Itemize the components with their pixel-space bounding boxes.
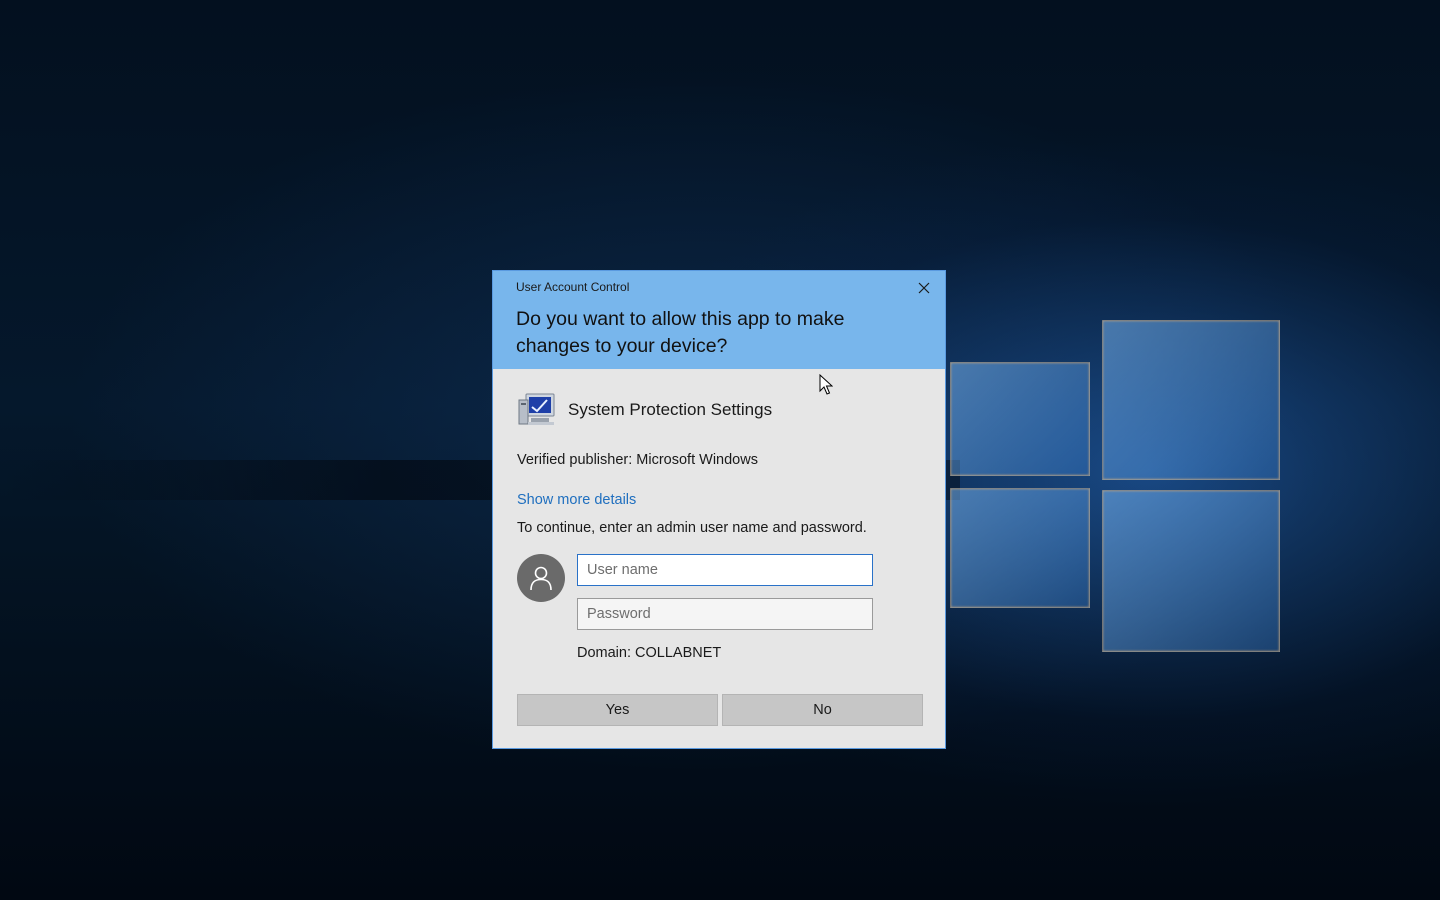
windows-logo-pane xyxy=(950,362,1090,476)
close-icon xyxy=(918,282,930,294)
password-input[interactable] xyxy=(577,598,873,630)
windows-logo-pane xyxy=(1102,490,1280,652)
user-avatar-icon xyxy=(530,566,552,591)
yes-button[interactable]: Yes xyxy=(517,694,718,726)
close-button[interactable] xyxy=(911,276,937,300)
windows-logo xyxy=(950,310,1280,660)
app-name: System Protection Settings xyxy=(568,400,773,419)
no-button[interactable]: No xyxy=(722,694,923,726)
dialog-header: User Account Control Do you want to allo… xyxy=(493,271,945,369)
mouse-cursor-icon xyxy=(819,374,833,395)
show-more-details-link[interactable]: Show more details xyxy=(517,492,636,508)
username-input[interactable] xyxy=(577,554,873,586)
windows-logo-pane xyxy=(950,488,1090,608)
user-avatar xyxy=(517,554,565,602)
windows-logo-pane xyxy=(1102,320,1280,480)
instruction-text: To continue, enter an admin user name an… xyxy=(517,520,867,536)
uac-dialog: User Account Control Do you want to allo… xyxy=(492,270,946,749)
dialog-title: User Account Control xyxy=(516,280,630,294)
dialog-question: Do you want to allow this app to make ch… xyxy=(516,308,845,357)
domain-label: Domain: COLLABNET xyxy=(577,645,722,661)
system-protection-icon xyxy=(518,393,555,425)
publisher-text: Verified publisher: Microsoft Windows xyxy=(517,452,758,468)
